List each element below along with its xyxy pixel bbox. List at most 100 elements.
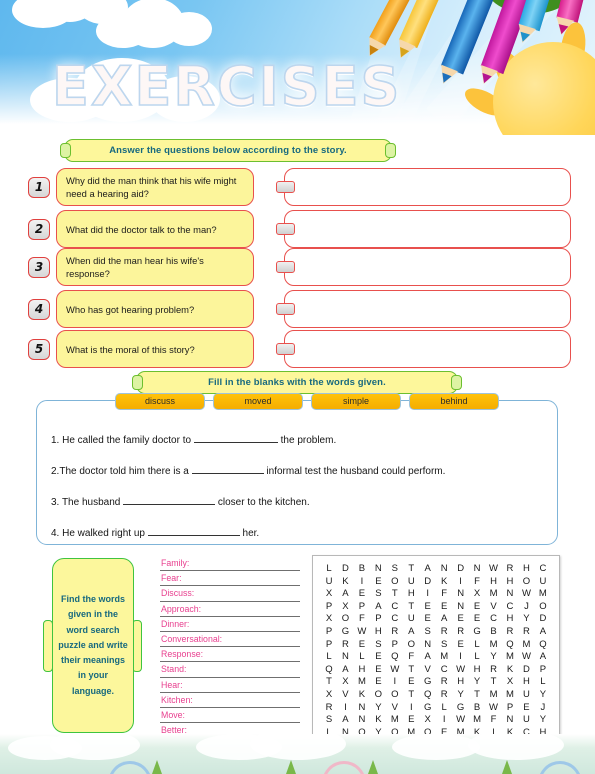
word-search-letter[interactable]: E [371,676,385,689]
word-search-letter[interactable]: I [454,576,468,589]
word-search-letter[interactable]: E [355,639,369,652]
word-search-letter[interactable]: W [388,664,402,677]
word-search-letter[interactable]: U [519,714,533,727]
answer-input-box[interactable] [284,290,571,328]
blank-input-4[interactable] [147,525,240,536]
word-search-letter[interactable]: D [338,563,352,576]
word-search-letter[interactable]: D [454,563,468,576]
word-search-letter[interactable]: C [487,613,501,626]
vocab-item[interactable]: Discuss: [160,586,300,602]
word-search-letter[interactable]: E [421,613,435,626]
word-search-letter[interactable]: N [503,588,517,601]
word-search-letter[interactable]: U [536,576,550,589]
blank-input-2[interactable] [191,463,264,474]
word-search-letter[interactable]: E [454,613,468,626]
word-search-letter[interactable]: V [421,664,435,677]
word-search-letter[interactable]: N [454,588,468,601]
word-search-letter[interactable]: F [437,588,451,601]
word-search-letter[interactable]: Y [487,651,501,664]
word-search-letter[interactable]: T [322,676,336,689]
word-chip-discuss[interactable]: discuss [115,393,205,410]
word-search-letter[interactable]: E [470,613,484,626]
word-search-letter[interactable]: I [437,714,451,727]
word-search-letter[interactable]: K [503,664,517,677]
word-search-letter[interactable]: L [470,651,484,664]
word-search-letter[interactable]: M [355,676,369,689]
word-search-letter[interactable]: E [519,702,533,715]
word-search-letter[interactable]: R [388,626,402,639]
word-search-letter[interactable]: N [338,651,352,664]
word-search-letter[interactable]: A [437,613,451,626]
word-search-letter[interactable]: N [421,639,435,652]
word-search-letter[interactable]: I [404,702,418,715]
word-search-letter[interactable]: A [536,651,550,664]
word-search-letter[interactable]: G [421,676,435,689]
word-search-letter[interactable]: T [404,563,418,576]
word-search-letter[interactable]: B [487,626,501,639]
word-search-letter[interactable]: R [519,626,533,639]
word-search-letter[interactable]: K [355,689,369,702]
word-search-letter[interactable]: W [454,714,468,727]
word-search-letter[interactable]: W [487,702,501,715]
word-search-letter[interactable]: I [388,676,402,689]
vocab-item[interactable]: Conversational: [160,632,300,648]
word-search-letter[interactable]: M [470,714,484,727]
word-search-letter[interactable]: O [388,576,402,589]
word-search-letter[interactable]: A [338,588,352,601]
word-search-letter[interactable]: H [454,676,468,689]
word-search-letter[interactable]: M [536,588,550,601]
word-search-letter[interactable]: A [371,601,385,614]
word-search-letter[interactable]: O [519,576,533,589]
word-search-letter[interactable]: I [355,576,369,589]
vocab-item[interactable]: Dinner: [160,617,300,632]
word-search-letter[interactable]: K [371,714,385,727]
word-search-letter[interactable]: K [437,576,451,589]
word-search-letter[interactable]: H [519,676,533,689]
answer-input-box[interactable] [284,330,571,368]
vocab-item[interactable]: Stand: [160,662,300,678]
vocab-item[interactable]: Kitchen: [160,693,300,708]
word-search-letter[interactable]: W [519,588,533,601]
word-search-letter[interactable]: W [519,651,533,664]
blank-input-1[interactable] [193,432,278,443]
word-search-letter[interactable]: F [470,576,484,589]
word-search-letter[interactable]: A [338,714,352,727]
word-search-letter[interactable]: G [338,626,352,639]
word-search-letter[interactable]: P [371,613,385,626]
word-search-letter[interactable]: C [536,563,550,576]
word-search-letter[interactable]: V [338,689,352,702]
word-search-letter[interactable]: E [371,576,385,589]
word-search-letter[interactable]: R [503,563,517,576]
word-search-letter[interactable]: P [322,639,336,652]
word-search-letter[interactable]: O [404,639,418,652]
word-search-letter[interactable]: M [388,714,402,727]
word-search-letter[interactable]: L [437,702,451,715]
word-search-letter[interactable]: O [338,613,352,626]
word-search-letter[interactable]: Y [470,676,484,689]
word-search-letter[interactable]: P [322,626,336,639]
word-search-letter[interactable]: H [503,613,517,626]
word-search-letter[interactable]: N [355,702,369,715]
word-search-letter[interactable]: U [519,689,533,702]
word-search-letter[interactable]: B [470,702,484,715]
word-search-letter[interactable]: T [487,676,501,689]
word-search-letter[interactable]: R [437,626,451,639]
word-search-letter[interactable]: W [454,664,468,677]
word-search-letter[interactable]: V [388,702,402,715]
word-search-letter[interactable]: G [421,702,435,715]
word-search-letter[interactable]: M [487,588,501,601]
word-search-letter[interactable]: P [503,702,517,715]
word-search-letter[interactable]: N [437,563,451,576]
word-search-letter[interactable]: E [404,714,418,727]
word-search-letter[interactable]: Q [503,639,517,652]
word-search-letter[interactable]: R [338,639,352,652]
word-search-letter[interactable]: R [437,676,451,689]
word-search-letter[interactable]: R [454,626,468,639]
word-search-letter[interactable]: L [470,639,484,652]
word-search-letter[interactable]: N [454,601,468,614]
word-search-letter[interactable]: Y [536,714,550,727]
word-search-letter[interactable]: E [355,588,369,601]
word-search-letter[interactable]: U [404,576,418,589]
word-search-letter[interactable]: N [371,563,385,576]
word-search-letter[interactable]: H [371,626,385,639]
